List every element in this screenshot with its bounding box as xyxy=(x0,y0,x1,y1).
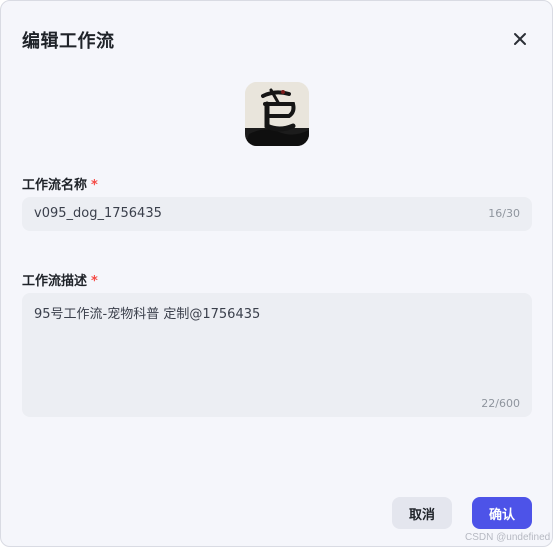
workflow-name-input[interactable]: v095_dog_1756435 16/30 xyxy=(22,197,532,231)
dialog-title: 编辑工作流 xyxy=(22,31,115,52)
confirm-button[interactable]: 确认 xyxy=(472,497,532,529)
name-field-label: 工作流名称 * xyxy=(22,174,98,193)
close-icon xyxy=(514,33,526,45)
workflow-avatar-image xyxy=(245,82,309,146)
cancel-button[interactable]: 取消 xyxy=(392,497,452,529)
workflow-avatar[interactable] xyxy=(245,82,309,146)
workflow-description-textarea[interactable]: 95号工作流-宠物科普 定制@1756435 22/600 xyxy=(22,293,532,417)
name-char-counter: 16/30 xyxy=(488,207,520,220)
required-mark: * xyxy=(91,274,98,289)
watermark-text: CSDN @undefined xyxy=(465,532,551,543)
desc-char-counter: 22/600 xyxy=(481,397,520,410)
desc-field-label: 工作流描述 * xyxy=(22,270,98,289)
required-mark: * xyxy=(91,178,98,193)
workflow-name-value: v095_dog_1756435 xyxy=(34,206,162,221)
edit-workflow-dialog: 编辑工作流 工作流名称 * v095_dog_1756435 16/30 工作流描… xyxy=(0,0,553,547)
close-button[interactable] xyxy=(510,29,530,49)
desc-label-text: 工作流描述 xyxy=(22,274,88,289)
name-label-text: 工作流名称 xyxy=(22,178,88,193)
workflow-description-value: 95号工作流-宠物科普 定制@1756435 xyxy=(34,307,261,322)
